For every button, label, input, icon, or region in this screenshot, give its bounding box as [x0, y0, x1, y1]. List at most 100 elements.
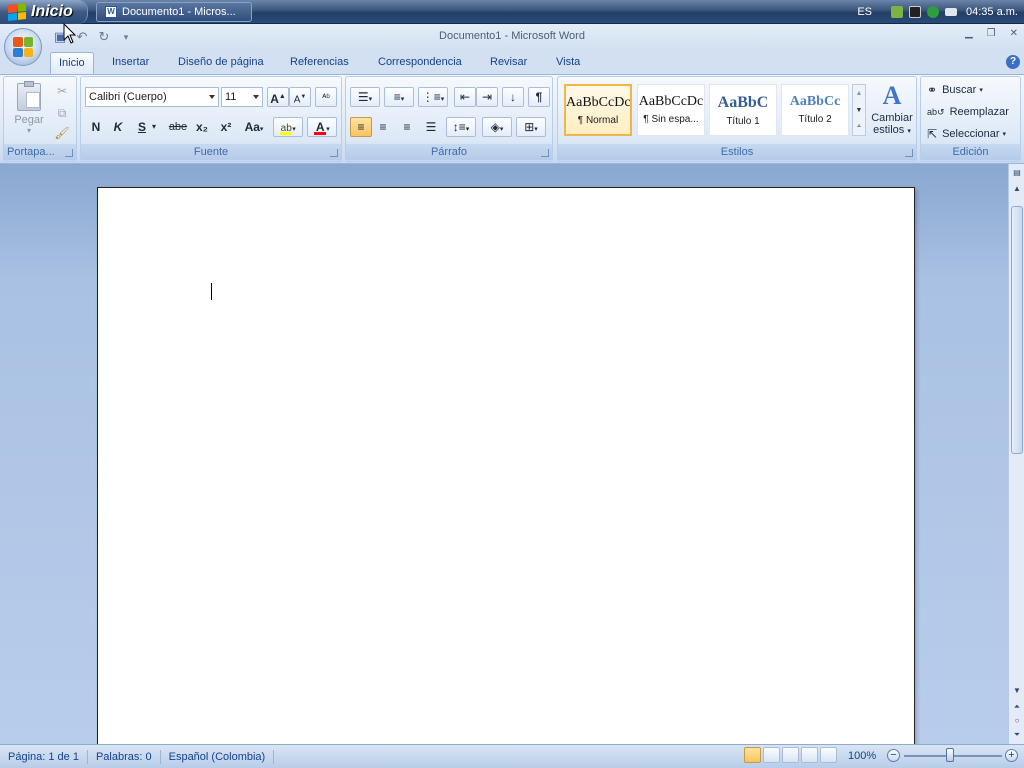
style-heading-1[interactable]: AaBbC Título 1 [709, 84, 777, 136]
styles-scroll-up-icon[interactable]: ▲ [853, 85, 865, 102]
zoom-level[interactable]: 100% [848, 750, 876, 762]
document-page[interactable] [97, 187, 915, 744]
next-page-icon[interactable]: ⏷ [1010, 728, 1024, 742]
numbering-button[interactable]: ≡▾ [384, 87, 414, 107]
style-normal-caption: ¶ Normal [577, 115, 619, 126]
office-button[interactable] [4, 28, 42, 66]
tab-revisar[interactable]: Revisar [490, 55, 527, 75]
paragraph-dialog-launcher-icon[interactable] [541, 149, 549, 157]
bullets-button[interactable]: ☰▾ [350, 87, 380, 107]
find-button[interactable]: ⚭ Buscar ▾ [927, 81, 983, 99]
taskbar-word-document[interactable]: W Documento1 - Micros... [96, 2, 252, 22]
increase-indent-icon[interactable]: ⇥ [476, 87, 498, 107]
style-no-spacing[interactable]: AaBbCcDc ¶ Sin espa... [637, 84, 705, 136]
group-label-font: Fuente [81, 144, 341, 160]
messenger-icon[interactable] [927, 6, 940, 18]
zoom-slider-thumb[interactable] [946, 748, 954, 762]
align-right-icon[interactable]: ≡ [396, 117, 418, 137]
subscript-button[interactable]: x₂ [191, 117, 213, 137]
view-buttons [744, 747, 837, 763]
shrink-font-icon[interactable]: A▼ [289, 87, 311, 107]
change-styles-label-1: Cambiar [871, 112, 913, 124]
start-button[interactable]: Inicio [0, 0, 88, 24]
font-color-button[interactable]: A ▾ [307, 117, 337, 137]
ruler-toggle-icon[interactable]: ▤ [1010, 166, 1024, 180]
windows-logo-icon [8, 3, 26, 21]
styles-scroll-down-icon[interactable]: ▼ [853, 102, 865, 119]
italic-button[interactable]: K [107, 117, 129, 137]
styles-dialog-launcher-icon[interactable] [905, 149, 913, 157]
align-center-icon[interactable]: ≡ [372, 117, 394, 137]
tab-referencias[interactable]: Referencias [290, 55, 349, 75]
underline-dropdown-icon[interactable]: ▾ [149, 117, 159, 137]
window-title: Documento1 - Microsoft Word [439, 30, 585, 42]
borders-icon: ⊞ [524, 120, 535, 134]
vertical-scrollbar[interactable]: ▤ ▲ ▼ ⏶ ○ ⏷ [1008, 164, 1024, 744]
clipboard-dialog-launcher-icon[interactable] [65, 149, 73, 157]
highlight-button[interactable]: ab▾ [273, 117, 303, 137]
font-name-combo[interactable]: Calibri (Cuerpo) [85, 87, 219, 107]
zoom-in-icon[interactable]: + [1005, 749, 1018, 762]
tab-vista[interactable]: Vista [556, 55, 580, 75]
shading-button[interactable]: ◈▾ [482, 117, 512, 137]
find-label: Buscar [942, 84, 977, 96]
tab-diseno-de-pagina[interactable]: Diseño de página [178, 55, 264, 75]
minimize-icon[interactable]: ▁ [965, 28, 973, 39]
change-styles-label-2-text: estilos [873, 124, 905, 136]
scrollbar-thumb[interactable] [1011, 206, 1023, 454]
paste-dropdown-icon[interactable]: ▾ [8, 126, 50, 135]
cut-icon[interactable]: ✂ [51, 81, 73, 101]
status-words[interactable]: Palabras: 0 [88, 749, 161, 764]
tab-correspondencia[interactable]: Correspondencia [378, 55, 462, 75]
sort-icon[interactable]: ↓ [502, 87, 524, 107]
restore-icon[interactable]: ❐ [987, 28, 996, 39]
clear-formatting-icon[interactable]: ᴬᵇ [315, 87, 337, 107]
group-paragraph: ☰▾ ≡▾ ⋮≡▾ ⇤ ⇥ ↓ ¶ ≡ ≡ ≡ ☰ ↕≡▾ ◈▾ ⊞▾ Párr… [345, 76, 553, 162]
grow-font-icon[interactable]: A▲ [267, 87, 289, 107]
format-painter-icon[interactable]: 🖌 [51, 123, 73, 143]
full-screen-reading-view-icon[interactable] [763, 747, 780, 763]
help-icon[interactable]: ? [1006, 55, 1020, 69]
tab-inicio[interactable]: Inicio [50, 52, 94, 75]
replace-button[interactable]: ab↺ Reemplazar [927, 103, 1009, 121]
print-layout-view-icon[interactable] [744, 747, 761, 763]
change-case-button[interactable]: Aa▾ [239, 117, 269, 137]
align-left-icon[interactable]: ≡ [350, 117, 372, 137]
scroll-up-icon[interactable]: ▲ [1010, 182, 1024, 196]
paste-button[interactable]: Pegar ▾ [8, 81, 50, 141]
copy-icon[interactable]: ⧉ [51, 103, 73, 123]
bold-button[interactable]: N [85, 117, 107, 137]
decrease-indent-icon[interactable]: ⇤ [454, 87, 476, 107]
status-page[interactable]: Página: 1 de 1 [0, 749, 88, 764]
close-icon[interactable]: ✕ [1010, 28, 1018, 39]
superscript-button[interactable]: x² [215, 117, 237, 137]
previous-page-icon[interactable]: ⏶ [1010, 700, 1024, 714]
battery-icon[interactable] [909, 6, 922, 18]
status-language[interactable]: Español (Colombia) [161, 749, 275, 764]
select-browse-object-icon[interactable]: ○ [1010, 714, 1024, 728]
draft-view-icon[interactable] [820, 747, 837, 763]
tab-insertar[interactable]: Insertar [112, 55, 149, 75]
scroll-down-icon[interactable]: ▼ [1010, 684, 1024, 698]
line-spacing-button[interactable]: ↕≡▾ [446, 117, 476, 137]
strikethrough-button[interactable]: abe [167, 117, 189, 137]
network-icon[interactable] [891, 6, 904, 18]
monitor-icon[interactable] [945, 8, 958, 16]
borders-button[interactable]: ⊞▾ [516, 117, 546, 137]
select-button[interactable]: ⇱ Seleccionar ▾ [927, 125, 1006, 143]
style-normal[interactable]: AaBbCcDc ¶ Normal [564, 84, 632, 136]
outline-view-icon[interactable] [801, 747, 818, 763]
style-heading-2[interactable]: AaBbCc Título 2 [781, 84, 849, 136]
change-styles-button[interactable]: A Cambiar estilos ▾ [868, 80, 916, 144]
justify-icon[interactable]: ☰ [420, 117, 442, 137]
font-size-combo[interactable]: 11 [221, 87, 263, 107]
font-dialog-launcher-icon[interactable] [330, 149, 338, 157]
styles-more-icon[interactable]: ⩡ [853, 119, 865, 135]
clock[interactable]: 04:35 a.m. [966, 6, 1018, 18]
select-label: Seleccionar [942, 128, 1000, 140]
language-indicator[interactable]: ES [857, 6, 872, 18]
zoom-out-icon[interactable]: − [887, 749, 900, 762]
web-layout-view-icon[interactable] [782, 747, 799, 763]
show-formatting-marks-button[interactable]: ¶ [528, 87, 550, 107]
multilevel-list-button[interactable]: ⋮≡▾ [418, 87, 448, 107]
